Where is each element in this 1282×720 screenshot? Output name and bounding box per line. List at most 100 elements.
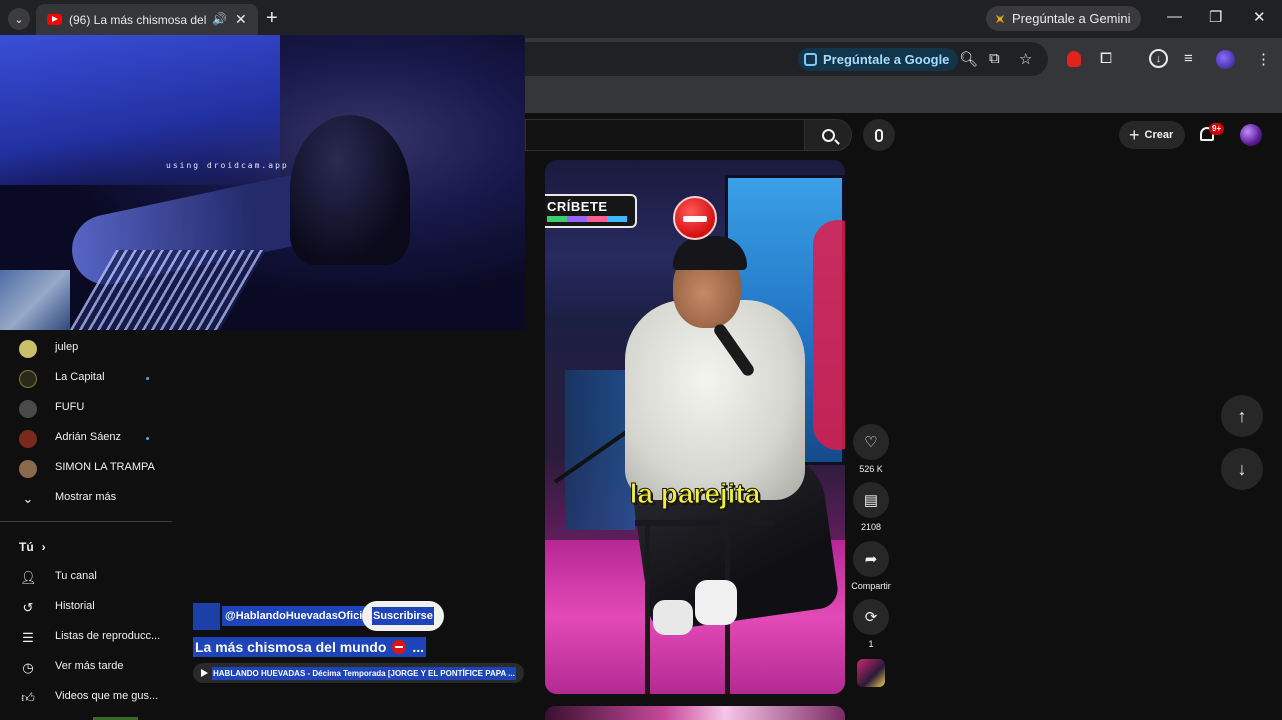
bookmark-star-icon[interactable]: ☆ — [1019, 50, 1032, 68]
channel-handle[interactable]: @HablandoHuevadasOficial — [222, 606, 375, 626]
voice-search-button[interactable] — [863, 119, 895, 151]
search-button[interactable] — [804, 119, 852, 151]
comment-icon: ▤ — [863, 492, 879, 509]
remix-button[interactable]: ⟳ — [853, 599, 889, 635]
sidebar-item-watch-later[interactable]: ◷ Ver más tarde — [0, 652, 172, 682]
like-count: 526 K — [859, 464, 883, 474]
close-window-button[interactable]: ✕ — [1253, 8, 1266, 26]
previous-short-button[interactable]: ↑ — [1221, 395, 1263, 437]
search-input[interactable] — [525, 119, 805, 151]
short-video-player[interactable]: CRÍBETE la parejita — [545, 160, 845, 694]
performer-shoe — [653, 600, 693, 635]
video-title-text: La más chismosa del mundo — [195, 639, 387, 655]
subscription-item[interactable]: FUFU — [0, 393, 172, 423]
subscription-item[interactable]: La Capital — [0, 363, 172, 393]
notification-badge: 9+ — [1209, 123, 1225, 135]
share-label: Compartir — [851, 581, 891, 591]
video-caption: la parejita — [629, 478, 761, 510]
share-button[interactable]: ➦ — [853, 541, 889, 577]
plus-icon: + — [1129, 125, 1140, 145]
browser-tab[interactable]: (96) La más chismosa del mundo 🔊 ✕ — [36, 4, 258, 38]
subscription-item[interactable]: Adrián Sáenz — [0, 423, 172, 453]
history-icon: ↺ — [22, 600, 34, 615]
extensions-puzzle-icon[interactable]: ⧠ — [1100, 50, 1112, 67]
lens-icon — [804, 53, 817, 66]
sidebar-item-label: Ver más tarde — [55, 660, 124, 672]
zoom-icon[interactable]: 🔍︎ — [959, 50, 978, 68]
sidebar-item-playlists[interactable]: ☰ Listas de reproducc... — [0, 622, 172, 652]
sidebar-divider — [0, 521, 172, 522]
create-button[interactable]: + Crear — [1119, 121, 1186, 149]
minimize-button[interactable]: — — [1167, 8, 1182, 25]
sidebar-item-label: Listas de reproducc... — [55, 630, 161, 642]
webcam-monitor — [0, 270, 70, 330]
media-control-icon[interactable]: ≡ — [1184, 50, 1193, 67]
browser-tab-strip: ⌄ (96) La más chismosa del mundo 🔊 ✕ + P… — [0, 0, 1282, 38]
comments-button[interactable]: ▤ — [853, 482, 889, 518]
banner-stripes — [547, 216, 627, 222]
next-short-button[interactable]: ↓ — [1221, 448, 1263, 490]
sidebar-item-label: Historial — [55, 600, 95, 612]
video-title[interactable]: La más chismosa del mundo ... — [193, 637, 427, 657]
new-content-dot — [146, 377, 149, 380]
speaker-icon[interactable]: 🔊 — [212, 12, 227, 26]
show-more-label: Mostrar más — [55, 491, 117, 503]
subscription-label: La Capital — [55, 371, 105, 383]
sidebar-item-your-channel[interactable]: 👤︎ Tu canal — [0, 562, 172, 592]
youtube-favicon-icon — [47, 14, 62, 25]
gemini-button[interactable]: Pregúntale a Gemini — [986, 6, 1141, 31]
webcam-person — [290, 115, 410, 265]
sound-thumbnail[interactable] — [857, 659, 885, 687]
subscribe-button[interactable]: Suscribirse — [362, 601, 444, 631]
browser-profile-avatar[interactable] — [1216, 50, 1235, 69]
sidebar-item-liked-videos[interactable]: 👍︎ Videos que me gus... — [0, 682, 172, 712]
channel-icon: 👤︎ — [20, 570, 37, 585]
chevron-down-icon: ⌄ — [22, 491, 34, 506]
watch-later-icon: ◷ — [22, 660, 34, 675]
install-app-icon[interactable]: ⧉ — [989, 50, 1000, 67]
subscription-item[interactable]: julep — [0, 333, 172, 363]
next-short-preview[interactable] — [545, 706, 845, 720]
new-tab-button[interactable]: + — [266, 6, 278, 30]
you-section-header[interactable]: Tú › — [19, 540, 46, 554]
extension-shield-icon[interactable] — [1067, 51, 1081, 67]
webcam-overlay: using droidcam.app — [0, 35, 525, 330]
browser-menu-icon[interactable]: ⋮ — [1256, 50, 1271, 68]
remix-icon: ⟳ — [864, 609, 878, 626]
liked-videos-icon: 👍︎ — [21, 690, 35, 705]
arrow-up-icon: ↑ — [1237, 405, 1247, 426]
tab-search-button[interactable]: ⌄ — [8, 8, 30, 30]
close-tab-icon[interactable]: ✕ — [235, 11, 247, 28]
tab-title: (96) La más chismosa del mundo — [69, 13, 209, 27]
gemini-label: Pregúntale a Gemini — [1012, 11, 1131, 26]
banner-text: CRÍBETE — [547, 199, 608, 214]
microphone-icon — [875, 128, 883, 142]
gemini-star-icon — [992, 10, 1009, 27]
chevron-right-icon: › — [41, 540, 46, 554]
ask-google-chip[interactable]: Pregúntale a Google — [798, 48, 959, 71]
subscription-label: julep — [55, 341, 79, 353]
search-icon — [821, 128, 835, 142]
playlist-link[interactable]: HABLANDO HUEVADAS - Décima Temporada [JO… — [193, 663, 524, 683]
playlist-title: HABLANDO HUEVADAS - Décima Temporada [JO… — [212, 666, 516, 680]
show-more-button[interactable]: ⌄ Mostrar más — [0, 483, 172, 513]
video-title-ellipsis: ... — [412, 639, 425, 655]
create-label: Crear — [1144, 129, 1174, 141]
like-button[interactable]: ♡ — [853, 424, 889, 460]
subscribe-banner: CRÍBETE — [545, 194, 637, 228]
heart-icon: ♡ — [864, 434, 878, 451]
sidebar-item-history[interactable]: ↺ Historial — [0, 592, 172, 622]
sidebar-item-label: Tu canal — [55, 570, 97, 582]
channel-avatar — [19, 460, 37, 478]
channel-avatar[interactable] — [193, 603, 220, 630]
account-avatar[interactable] — [1240, 124, 1262, 146]
no-entry-emoji-icon — [392, 640, 407, 654]
new-content-dot — [146, 437, 149, 440]
download-icon[interactable]: ↓ — [1149, 49, 1168, 68]
play-icon — [201, 669, 208, 677]
sidebar-item-label: Videos que me gus... — [55, 690, 159, 702]
subscription-item[interactable]: SIMON LA TRAMPA — [0, 453, 172, 483]
stool-seat — [635, 520, 775, 526]
restore-button[interactable]: ❐ — [1209, 8, 1222, 26]
subscription-label: Adrián Sáenz — [55, 431, 122, 443]
